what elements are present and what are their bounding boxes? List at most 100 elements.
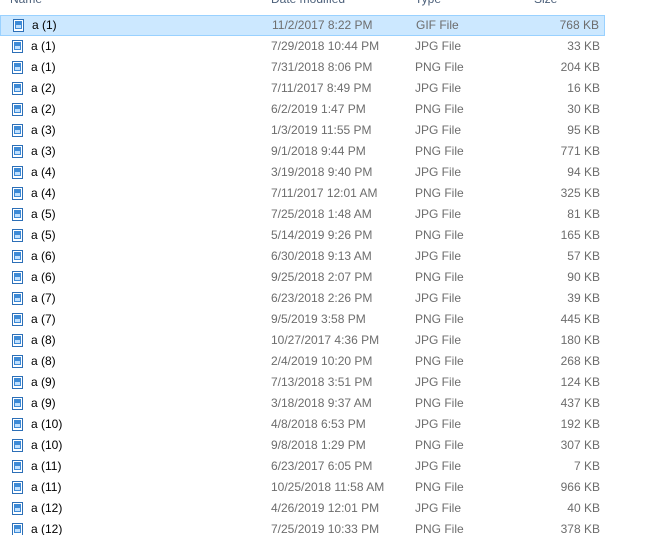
file-row[interactable]: a (4) 3/19/2018 9:40 PM JPG File 94 KB xyxy=(0,162,605,183)
file-size: 40 KB xyxy=(567,501,600,515)
column-header-date[interactable]: Date modified xyxy=(271,0,345,9)
file-row[interactable]: a (2) 7/11/2017 8:49 PM JPG File 16 KB xyxy=(0,78,605,99)
file-row[interactable]: a (1) 7/31/2018 8:06 PM PNG File 204 KB xyxy=(0,57,605,78)
image-file-icon xyxy=(13,19,24,32)
file-row[interactable]: a (8) 10/27/2017 4:36 PM JPG File 180 KB xyxy=(0,330,605,351)
file-type: JPG File xyxy=(415,165,462,179)
file-date-modified: 6/30/2018 9:13 AM xyxy=(271,249,372,263)
file-size: 771 KB xyxy=(560,144,600,158)
file-size: 7 KB xyxy=(573,459,600,473)
file-date-modified: 7/11/2017 8:49 PM xyxy=(271,81,372,95)
file-row[interactable]: a (3) 1/3/2019 11:55 PM JPG File 95 KB xyxy=(0,120,605,141)
file-row[interactable]: a (5) 7/25/2018 1:48 AM JPG File 81 KB xyxy=(0,204,605,225)
file-icon-cell xyxy=(12,99,26,120)
file-size: 325 KB xyxy=(560,186,600,200)
image-file-icon xyxy=(12,439,23,452)
file-row[interactable]: a (9) 7/13/2018 3:51 PM JPG File 124 KB xyxy=(0,372,605,393)
file-type: GIF File xyxy=(416,18,459,32)
file-name: a (7) xyxy=(31,312,56,326)
file-size: 445 KB xyxy=(560,312,600,326)
file-size: 180 KB xyxy=(560,333,600,347)
file-row[interactable]: a (2) 6/2/2019 1:47 PM PNG File 30 KB xyxy=(0,99,605,120)
file-row[interactable]: a (11) 10/25/2018 11:58 AM PNG File 966 KB xyxy=(0,477,605,498)
image-file-icon xyxy=(12,40,23,53)
file-size: 94 KB xyxy=(567,165,600,179)
file-name: a (10) xyxy=(31,417,63,431)
file-name: a (3) xyxy=(31,144,56,158)
file-date-modified: 3/19/2018 9:40 PM xyxy=(271,165,373,179)
file-type: JPG File xyxy=(415,333,462,347)
file-row[interactable]: a (12) 4/26/2019 12:01 PM JPG File 40 KB xyxy=(0,498,605,519)
file-name: a (11) xyxy=(31,459,62,473)
file-name: a (12) xyxy=(31,501,63,515)
file-row[interactable]: a (3) 9/1/2018 9:44 PM PNG File 771 KB xyxy=(0,141,605,162)
file-size: 768 KB xyxy=(559,18,599,32)
file-row[interactable]: a (5) 5/14/2019 9:26 PM PNG File 165 KB xyxy=(0,225,605,246)
file-type: JPG File xyxy=(415,207,462,221)
file-type: PNG File xyxy=(415,522,464,535)
file-row[interactable]: a (7) 6/23/2018 2:26 PM JPG File 39 KB xyxy=(0,288,605,309)
file-row[interactable]: a (10) 9/8/2018 1:29 PM PNG File 307 KB xyxy=(0,435,605,456)
file-icon-cell xyxy=(12,372,26,393)
file-name: a (6) xyxy=(31,249,56,263)
file-name: a (1) xyxy=(31,60,56,74)
file-type: JPG File xyxy=(415,501,462,515)
file-icon-cell xyxy=(12,519,26,535)
file-name: a (9) xyxy=(31,396,56,410)
file-name: a (3) xyxy=(31,123,56,137)
file-name: a (8) xyxy=(31,354,56,368)
file-date-modified: 5/14/2019 9:26 PM xyxy=(271,228,373,242)
file-row[interactable]: a (12) 7/25/2019 10:33 PM PNG File 378 KB xyxy=(0,519,605,535)
file-date-modified: 6/2/2019 1:47 PM xyxy=(271,102,366,116)
file-row[interactable]: a (9) 3/18/2018 9:37 AM PNG File 437 KB xyxy=(0,393,605,414)
file-type: JPG File xyxy=(415,249,462,263)
file-type: JPG File xyxy=(415,39,462,53)
file-icon-cell xyxy=(13,15,27,36)
file-date-modified: 7/29/2018 10:44 PM xyxy=(271,39,380,53)
file-row[interactable]: a (1) 11/2/2017 8:22 PM GIF File 768 KB xyxy=(0,15,605,36)
file-row[interactable]: a (10) 4/8/2018 6:53 PM JPG File 192 KB xyxy=(0,414,605,435)
file-icon-cell xyxy=(12,414,26,435)
file-icon-cell xyxy=(12,120,26,141)
file-icon-cell xyxy=(12,162,26,183)
file-icon-cell xyxy=(12,393,26,414)
image-file-icon xyxy=(12,166,23,179)
file-size: 192 KB xyxy=(560,417,600,431)
file-size: 437 KB xyxy=(560,396,600,410)
column-header-name[interactable]: Name xyxy=(10,0,42,9)
column-header: Name Date modified Type Size xyxy=(0,0,610,9)
file-row[interactable]: a (8) 2/4/2019 10:20 PM PNG File 268 KB xyxy=(0,351,605,372)
file-size: 378 KB xyxy=(560,522,600,535)
file-row[interactable]: a (4) 7/11/2017 12:01 AM PNG File 325 KB xyxy=(0,183,605,204)
file-date-modified: 1/3/2019 11:55 PM xyxy=(271,123,372,137)
file-type: JPG File xyxy=(415,459,462,473)
image-file-icon xyxy=(12,418,23,431)
image-file-icon xyxy=(12,208,23,221)
file-size: 57 KB xyxy=(567,249,600,263)
file-icon-cell xyxy=(12,141,26,162)
file-name: a (5) xyxy=(31,207,56,221)
file-icon-cell xyxy=(12,246,26,267)
column-header-size[interactable]: Size xyxy=(534,0,557,9)
file-row[interactable]: a (6) 9/25/2018 2:07 PM PNG File 90 KB xyxy=(0,267,605,288)
file-row[interactable]: a (11) 6/23/2017 6:05 PM JPG File 7 KB xyxy=(0,456,605,477)
file-size: 124 KB xyxy=(560,375,600,389)
file-size: 16 KB xyxy=(567,81,600,95)
file-name: a (7) xyxy=(31,291,56,305)
file-row[interactable]: a (6) 6/30/2018 9:13 AM JPG File 57 KB xyxy=(0,246,605,267)
file-type: JPG File xyxy=(415,123,462,137)
column-header-type[interactable]: Type xyxy=(415,0,441,9)
file-icon-cell xyxy=(12,477,26,498)
file-icon-cell xyxy=(12,36,26,57)
file-row[interactable]: a (7) 9/5/2019 3:58 PM PNG File 445 KB xyxy=(0,309,605,330)
file-type: PNG File xyxy=(415,396,464,410)
file-size: 204 KB xyxy=(560,60,600,74)
file-icon-cell xyxy=(12,456,26,477)
file-date-modified: 9/1/2018 9:44 PM xyxy=(271,144,366,158)
image-file-icon xyxy=(12,271,23,284)
file-date-modified: 10/25/2018 11:58 AM xyxy=(271,480,385,494)
file-row[interactable]: a (1) 7/29/2018 10:44 PM JPG File 33 KB xyxy=(0,36,605,57)
file-date-modified: 7/13/2018 3:51 PM xyxy=(271,375,373,389)
file-date-modified: 9/5/2019 3:58 PM xyxy=(271,312,366,326)
file-name: a (1) xyxy=(31,39,56,53)
